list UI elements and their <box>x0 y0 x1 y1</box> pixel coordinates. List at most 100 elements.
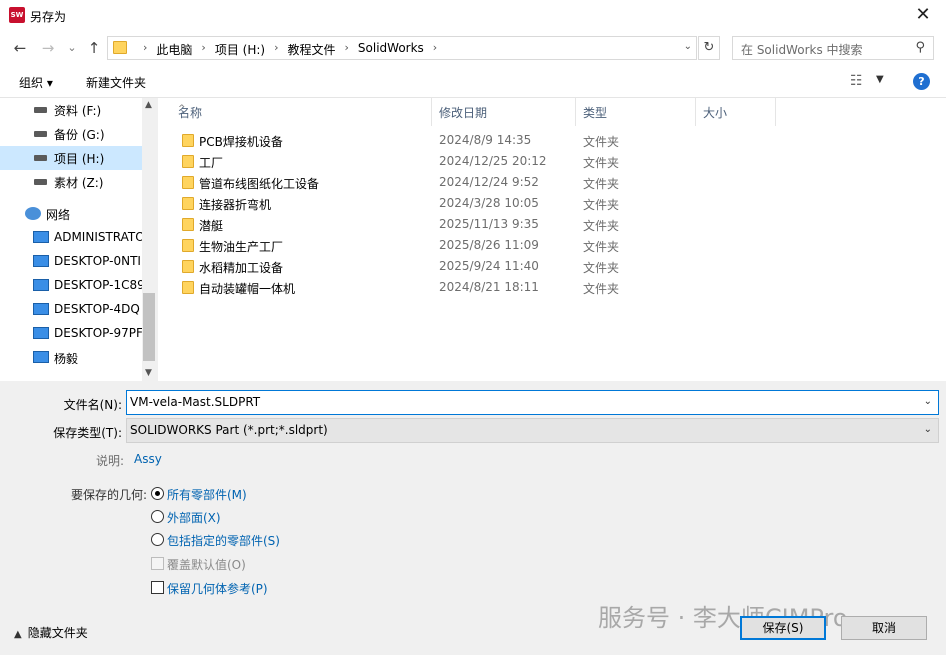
sidebar-item-computer[interactable]: DESKTOP-97PF <box>0 322 142 346</box>
cancel-button[interactable]: 取消 <box>841 616 927 640</box>
close-icon[interactable]: ✕ <box>900 0 946 32</box>
sidebar-item-label: DESKTOP-4DQ <box>54 302 140 316</box>
sidebar-item-label: 杨毅 <box>54 352 79 366</box>
sidebar-item-label: 网络 <box>46 208 71 222</box>
sidebar-item-drive-z[interactable]: 素材 (Z:) <box>0 170 142 194</box>
view-options-icon[interactable]: ☷ <box>850 73 863 89</box>
address-row: ← → ⌄ ↑ › 此电脑 › 项目 (H:) › 教程文件 › SolidWo… <box>0 32 946 64</box>
sidebar-item-label: DESKTOP-1C89 <box>54 278 142 292</box>
checkbox <box>151 557 164 570</box>
checkbox[interactable] <box>151 581 164 594</box>
radio-button[interactable] <box>151 487 164 500</box>
sidebar-item-computer[interactable]: DESKTOP-4DQ <box>0 298 142 322</box>
breadcrumb-item[interactable]: 项目 (H:) <box>215 41 265 58</box>
sidebar-item-label: ADMINISTRATOR <box>54 230 142 244</box>
sidebar-item-label: 备份 (G:) <box>54 128 105 142</box>
sidebar-item-computer[interactable]: DESKTOP-0NTI <box>0 250 142 274</box>
list-item[interactable]: 工厂 2024/12/25 20:12 文件夹 <box>158 151 946 172</box>
recent-locations-icon[interactable]: ⌄ <box>62 38 82 58</box>
list-item[interactable]: 水稻精加工设备 2025/9/24 11:40 文件夹 <box>158 256 946 277</box>
computer-icon <box>33 303 49 315</box>
address-bar[interactable]: › 此电脑 › 项目 (H:) › 教程文件 › SolidWorks › ⌄ <box>107 36 697 60</box>
chevron-down-icon[interactable]: ▼ <box>876 74 884 85</box>
sidebar-item-computer[interactable]: ADMINISTRATOR <box>0 226 142 250</box>
chevron-down-icon[interactable]: ⌄ <box>684 41 692 52</box>
save-button[interactable]: 保存(S) <box>740 616 826 640</box>
column-header-type[interactable]: 类型 <box>576 98 696 126</box>
organize-button[interactable]: 组织 ▾ <box>19 74 53 91</box>
list-item[interactable]: 连接器折弯机 2024/3/28 10:05 文件夹 <box>158 193 946 214</box>
folder-icon <box>182 155 194 168</box>
chevron-down-icon[interactable]: ⌄ <box>924 424 932 435</box>
list-item[interactable]: 管道布线图纸化工设备 2024/12/24 9:52 文件夹 <box>158 172 946 193</box>
scroll-down-icon[interactable]: ▼ <box>145 368 152 378</box>
scrollbar-thumb[interactable] <box>143 293 155 361</box>
list-item[interactable]: 潜艇 2025/11/13 9:35 文件夹 <box>158 214 946 235</box>
search-input[interactable]: 在 SolidWorks 中搜索 ⚲ <box>732 36 934 60</box>
toolbar: 组织 ▾ 新建文件夹 ☷ ▼ ? <box>0 64 946 98</box>
sidebar-item-label: 资料 (F:) <box>54 104 102 118</box>
sidebar-item-drive-f[interactable]: 资料 (F:) <box>0 98 142 122</box>
drive-icon <box>34 155 47 161</box>
sidebar-item-label: 素材 (Z:) <box>54 176 104 190</box>
sidebar-scrollbar[interactable]: ▲ ▼ <box>142 98 156 381</box>
computer-icon <box>33 351 49 363</box>
window-title: 另存为 <box>30 10 67 24</box>
folder-icon <box>182 176 194 189</box>
radio-button[interactable] <box>151 533 164 546</box>
list-item[interactable]: 生物油生产工厂 2025/8/26 11:09 文件夹 <box>158 235 946 256</box>
forward-arrow-icon[interactable]: → <box>38 38 58 58</box>
sidebar-item-network[interactable]: 网络 <box>0 202 142 226</box>
sidebar-item-computer[interactable]: DESKTOP-1C89 <box>0 274 142 298</box>
sidebar-item-drive-g[interactable]: 备份 (G:) <box>0 122 142 146</box>
folder-icon <box>182 281 194 294</box>
column-header-name[interactable]: 名称 ^ <box>158 98 432 126</box>
filetype-value: SOLIDWORKS Part (*.prt;*.sldprt) <box>130 423 328 437</box>
breadcrumb-item[interactable]: SolidWorks <box>358 41 424 58</box>
filename-label: 文件名(N): <box>63 398 122 412</box>
folder-icon <box>182 239 194 252</box>
filetype-select[interactable]: SOLIDWORKS Part (*.prt;*.sldprt) ⌄ <box>126 418 939 443</box>
column-header-date[interactable]: 修改日期 <box>432 98 576 126</box>
computer-icon <box>33 327 49 339</box>
network-icon <box>25 207 41 220</box>
help-icon[interactable]: ? <box>913 73 930 90</box>
computer-icon <box>33 255 49 267</box>
new-folder-button[interactable]: 新建文件夹 <box>86 74 146 91</box>
drive-icon <box>34 131 47 137</box>
refresh-icon[interactable]: ↻ <box>698 36 720 60</box>
chevron-down-icon[interactable]: ⌄ <box>924 396 932 407</box>
breadcrumb-item[interactable]: 教程文件 <box>287 41 335 58</box>
folder-icon <box>182 218 194 231</box>
search-placeholder: 在 SolidWorks 中搜索 <box>741 43 863 57</box>
filename-value: VM-vela-Mast.SLDPRT <box>130 395 261 409</box>
column-header-size[interactable]: 大小 <box>696 98 776 126</box>
radio-button[interactable] <box>151 510 164 523</box>
navigation-pane: 资料 (F:) 备份 (G:) 项目 (H:) 素材 (Z:) 网络 ADMIN… <box>0 98 156 381</box>
geometry-label: 要保存的几何: <box>71 488 148 502</box>
scroll-up-icon[interactable]: ▲ <box>145 100 152 110</box>
filename-field[interactable]: VM-vela-Mast.SLDPRT ⌄ <box>126 390 939 415</box>
sidebar-item-drive-h[interactable]: 项目 (H:) <box>0 146 142 170</box>
up-arrow-icon[interactable]: ↑ <box>84 38 104 58</box>
folder-icon <box>182 134 194 147</box>
folder-icon <box>113 41 127 54</box>
sidebar-item-label: DESKTOP-97PF <box>54 326 142 340</box>
folder-icon <box>182 197 194 210</box>
list-item[interactable]: 自动装罐帽一体机 2024/8/21 18:11 文件夹 <box>158 277 946 298</box>
drive-icon <box>34 179 47 185</box>
sidebar-item-label: 项目 (H:) <box>54 152 105 166</box>
back-arrow-icon[interactable]: ← <box>10 38 30 58</box>
hide-folders-toggle[interactable]: ▲ 隐藏文件夹 <box>14 624 88 641</box>
description-label: 说明: <box>96 454 125 468</box>
sidebar-item-computer[interactable]: 杨毅 <box>0 346 142 370</box>
search-icon: ⚲ <box>915 40 925 55</box>
list-item[interactable]: PCB焊接机设备 2024/8/9 14:35 文件夹 <box>158 130 946 151</box>
sidebar-item-label: DESKTOP-0NTI <box>54 254 141 268</box>
breadcrumb-item[interactable]: 此电脑 <box>156 41 192 58</box>
description-value[interactable]: Assy <box>134 452 162 466</box>
file-list: 名称 ^ 修改日期 类型 大小 PCB焊接机设备 2024/8/9 14:35 … <box>158 98 946 381</box>
filetype-label: 保存类型(T): <box>53 426 122 440</box>
folder-icon <box>182 260 194 273</box>
breadcrumb: › 此电脑 › 项目 (H:) › 教程文件 › SolidWorks › <box>143 41 438 58</box>
